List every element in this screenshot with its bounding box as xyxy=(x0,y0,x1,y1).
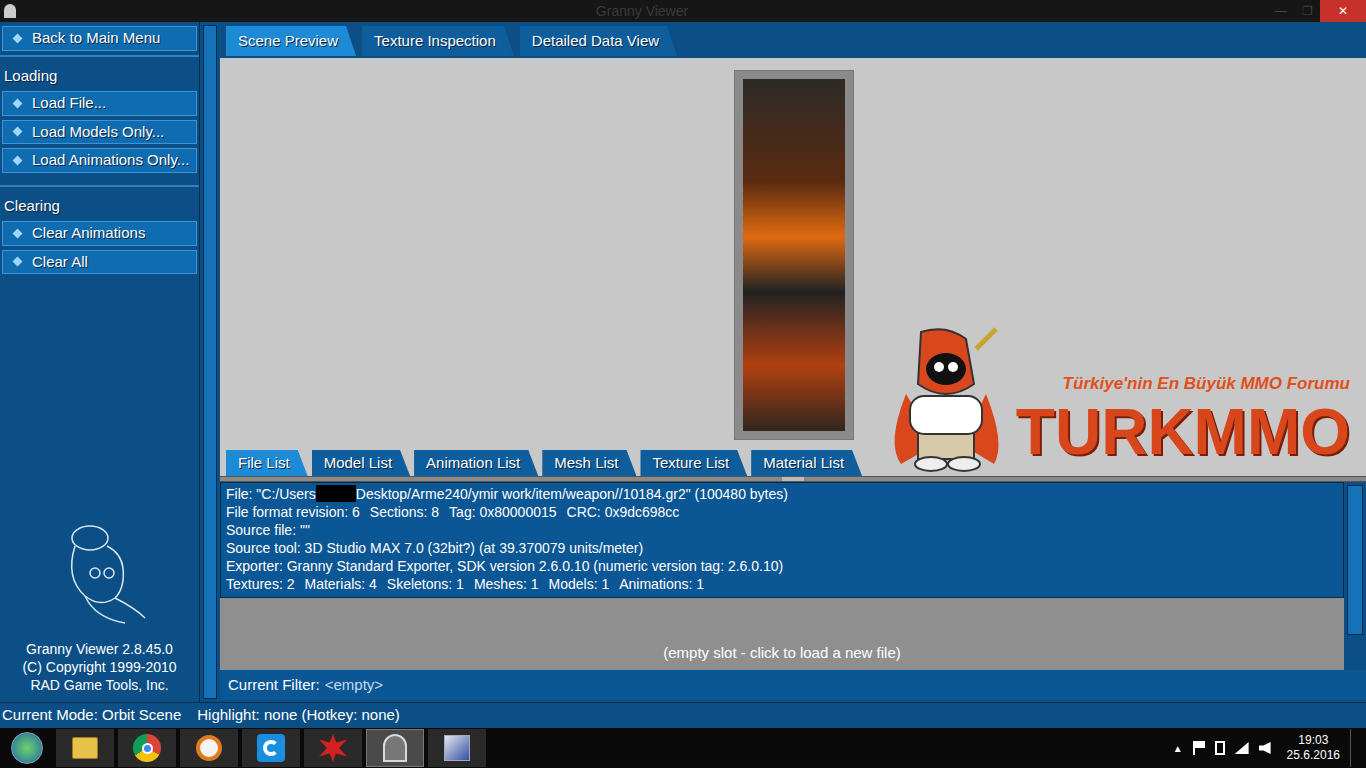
info-line: Source file: "" xyxy=(226,521,1338,539)
signal-icon[interactable] xyxy=(1235,742,1249,754)
device-icon[interactable] xyxy=(1215,741,1225,755)
sidebar-section: Clearing Clear Animations Clear All xyxy=(0,185,199,283)
bullet-icon xyxy=(13,155,23,165)
tab[interactable]: Material List xyxy=(751,450,862,476)
empty-slot[interactable]: (empty slot - click to load a new file) xyxy=(220,598,1344,670)
section-header: Loading xyxy=(0,65,199,88)
status-bar: Current Mode: Orbit SceneHighlight: none… xyxy=(0,702,1366,728)
panel-divider[interactable] xyxy=(200,22,220,702)
window-title: Granny Viewer xyxy=(16,1,1268,22)
tab[interactable]: Detailed Data View xyxy=(520,26,677,56)
filter-bar[interactable]: Current Filter:<empty> xyxy=(220,670,1366,700)
app-icon xyxy=(4,4,16,18)
taskbar: ▲ 19:0325.6.2016 xyxy=(0,728,1366,768)
tab[interactable]: File List xyxy=(226,450,308,476)
granny-logo-icon xyxy=(45,518,155,628)
taskbar-app[interactable] xyxy=(304,729,362,767)
scrollbar[interactable] xyxy=(1344,482,1366,670)
redacted-box xyxy=(316,485,356,502)
sidebar-button[interactable]: Back to Main Menu xyxy=(2,26,197,51)
taskbar-app[interactable] xyxy=(56,729,114,767)
window-control[interactable]: ❐ xyxy=(1294,0,1320,22)
credit-text: Granny Viewer 2.8.45.0 xyxy=(26,640,173,658)
main-panel: Scene PreviewTexture InspectionDetailed … xyxy=(220,22,1366,702)
watermark-tagline: Türkiye'nin En Büyük MMO Forumu xyxy=(1063,371,1350,397)
tray-arrow[interactable]: ▲ xyxy=(1173,741,1183,756)
taskbar-app[interactable] xyxy=(180,729,238,767)
taskbar-app[interactable] xyxy=(366,729,424,767)
mascot-icon xyxy=(876,324,1016,474)
flag-icon[interactable] xyxy=(1193,741,1205,755)
info-line: Source tool: 3D Studio MAX 7.0 (32bit?) … xyxy=(226,539,1338,557)
tab[interactable]: Mesh List xyxy=(542,450,636,476)
close-button[interactable]: ✕ xyxy=(1320,0,1366,22)
sidebar: Back to Main MenuLoadingLoad File...Load… xyxy=(0,22,200,702)
info-line: File format revision: 6Sections: 8Tag: 0… xyxy=(226,503,1338,521)
info-line: Exporter: Granny Standard Exporter, SDK … xyxy=(226,557,1338,575)
start-button[interactable] xyxy=(0,728,54,768)
taskbar-app[interactable] xyxy=(118,729,176,767)
tab[interactable]: Scene Preview xyxy=(226,26,356,56)
file-info[interactable]: File: "C:/UsersDesktop/Arme240/ymir work… xyxy=(220,482,1344,598)
volume-icon[interactable] xyxy=(1259,742,1271,754)
sidebar-section: Loading Load File... Load Models Only... Lo… xyxy=(0,55,199,181)
credit-text: RAD Game Tools, Inc. xyxy=(30,676,168,694)
section-header: Clearing xyxy=(0,195,199,218)
system-tray: ▲ 19:0325.6.2016 xyxy=(1173,729,1366,767)
taskbar-app[interactable] xyxy=(242,729,300,767)
screen: Granny Viewer—❐✕ Back to Main Menu Loading… xyxy=(0,0,1366,768)
tab[interactable]: Animation List xyxy=(414,450,538,476)
tab[interactable]: Texture Inspection xyxy=(362,26,514,56)
sidebar-button[interactable]: Load File... xyxy=(2,91,197,116)
taskbar-app[interactable] xyxy=(428,729,486,767)
bullet-icon xyxy=(13,33,23,43)
file-path: File: "C:/UsersDesktop/Arme240/ymir work… xyxy=(226,485,1338,503)
bullet-icon xyxy=(13,228,23,238)
sidebar-button[interactable]: Load Models Only... xyxy=(2,120,197,145)
bullet-icon xyxy=(13,127,23,137)
sidebar-button[interactable]: Clear All xyxy=(2,250,197,275)
model-render xyxy=(734,70,854,440)
main-tabs: Scene PreviewTexture InspectionDetailed … xyxy=(220,22,1366,58)
bullet-icon xyxy=(13,98,23,108)
info-line: Textures: 2Materials: 4Skeletons: 1Meshe… xyxy=(226,575,1338,593)
title-bar: Granny Viewer—❐✕ xyxy=(0,0,1366,22)
sidebar-button[interactable]: Clear Animations xyxy=(2,221,197,246)
sidebar-button[interactable]: Load Animations Only... xyxy=(2,148,197,173)
watermark: Türkiye'nin En Büyük MMO ForumuTURKMMO xyxy=(876,324,1350,474)
watermark-name: TURKMMO xyxy=(1016,396,1350,468)
tab[interactable]: Model List xyxy=(312,450,410,476)
bullet-icon xyxy=(13,257,23,267)
tab[interactable]: Texture List xyxy=(640,450,747,476)
window-control[interactable]: — xyxy=(1268,0,1294,22)
credit-text: (C) Copyright 1999-2010 xyxy=(22,658,176,676)
clock[interactable]: 19:0325.6.2016 xyxy=(1287,733,1340,763)
